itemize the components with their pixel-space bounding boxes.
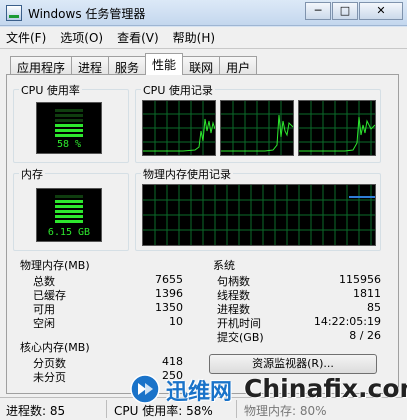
menu-options[interactable]: 选项(O) bbox=[60, 29, 103, 46]
tab-strip: 应用程序 进程 服务 性能 联网 用户 bbox=[10, 53, 258, 75]
kernel-memory-paged-value: 418 bbox=[162, 355, 183, 368]
physical-memory-free-value: 10 bbox=[169, 315, 183, 328]
physical-memory-total-value: 7655 bbox=[155, 273, 183, 286]
cpu-usage-value: 58 % bbox=[56, 139, 82, 150]
meter-bar-segment bbox=[55, 119, 83, 122]
physical-memory-title: 物理内存(MB) bbox=[18, 257, 92, 273]
cpu-usage-bars bbox=[55, 109, 83, 139]
cpu-history-graph-2 bbox=[220, 100, 294, 156]
system-handles-value: 115956 bbox=[339, 273, 381, 286]
cpu-history-group: CPU 使用记录 bbox=[135, 82, 381, 163]
meter-bar-segment bbox=[55, 210, 83, 213]
xunwei-watermark-text: 迅维网 bbox=[166, 380, 233, 405]
status-memory: 物理内存: 80% bbox=[244, 404, 327, 418]
cpu-history-graph-3 bbox=[298, 100, 376, 156]
menu-view[interactable]: 查看(V) bbox=[117, 29, 159, 46]
menu-file[interactable]: 文件(F) bbox=[6, 29, 46, 46]
maximize-button[interactable]: □ bbox=[332, 2, 358, 20]
memory-history-graph-svg bbox=[143, 185, 375, 245]
meter-bar-segment bbox=[55, 200, 83, 203]
cpu-usage-group: CPU 使用率 58 % bbox=[13, 82, 129, 163]
close-button[interactable]: ✕ bbox=[359, 2, 403, 20]
cpu-history-graph-1 bbox=[142, 100, 216, 156]
physical-memory-available-value: 1350 bbox=[155, 301, 183, 314]
memory-history-group: 物理内存使用记录 bbox=[135, 166, 381, 251]
tab-networking[interactable]: 联网 bbox=[182, 56, 221, 75]
meter-bar-segment bbox=[55, 215, 83, 218]
xunwei-logo-icon bbox=[130, 374, 160, 404]
status-processes: 进程数: 85 bbox=[6, 404, 66, 418]
title-bar: Windows 任务管理器 ─ □ ✕ bbox=[0, 0, 407, 26]
kernel-memory-title: 核心内存(MB) bbox=[18, 339, 92, 355]
meter-bar-segment bbox=[55, 195, 83, 198]
system-group: 系统 句柄数 115956 线程数 1811 进程数 85 开机时间 14:22… bbox=[207, 257, 381, 349]
memory-title: 内存 bbox=[19, 166, 45, 182]
physical-memory-group: 物理内存(MB) 总数 7655 已缓存 1396 可用 1350 空闲 10 bbox=[13, 257, 187, 337]
kernel-memory-nonpaged-label: 未分页 bbox=[33, 371, 66, 384]
task-manager-icon bbox=[6, 5, 22, 21]
memory-history-title: 物理内存使用记录 bbox=[141, 166, 233, 182]
cpu-usage-title: CPU 使用率 bbox=[19, 82, 82, 98]
memory-meter: 6.15 GB bbox=[36, 188, 102, 242]
meter-bar-segment bbox=[55, 205, 83, 208]
tab-services[interactable]: 服务 bbox=[108, 56, 147, 75]
xunwei-watermark: 迅维网 bbox=[130, 370, 240, 410]
performance-panel: CPU 使用率 58 % CPU 使用记录 内存 6.15 GB 物理内存使用记… bbox=[6, 74, 399, 394]
memory-value: 6.15 GB bbox=[47, 227, 91, 238]
meter-bar-segment bbox=[55, 109, 83, 112]
system-commit-value: 8 / 26 bbox=[349, 329, 381, 342]
cpu-usage-meter: 58 % bbox=[36, 102, 102, 154]
system-processes-value: 85 bbox=[367, 301, 381, 314]
window-controls: ─ □ ✕ bbox=[304, 2, 403, 20]
menu-help[interactable]: 帮助(H) bbox=[173, 29, 215, 46]
system-threads-value: 1811 bbox=[353, 287, 381, 300]
meter-bar-segment bbox=[55, 220, 83, 223]
tab-applications[interactable]: 应用程序 bbox=[10, 56, 73, 75]
meter-bar-segment bbox=[55, 129, 83, 132]
meter-bar-segment bbox=[55, 114, 83, 117]
memory-bars bbox=[55, 195, 83, 225]
cpu-history-title: CPU 使用记录 bbox=[141, 82, 215, 98]
meter-bar-segment bbox=[55, 134, 83, 137]
physical-memory-free-label: 空闲 bbox=[33, 317, 55, 330]
menu-bar: 文件(F) 选项(O) 查看(V) 帮助(H) bbox=[0, 27, 407, 49]
window-title: Windows 任务管理器 bbox=[28, 7, 146, 21]
tabs-area: 应用程序 进程 服务 性能 联网 用户 CPU 使用率 58 % CPU 使用记… bbox=[0, 49, 407, 420]
system-title: 系统 bbox=[211, 257, 237, 273]
tab-processes[interactable]: 进程 bbox=[71, 56, 110, 75]
system-commit-label: 提交(GB) bbox=[217, 331, 264, 344]
cpu-history-graph-2-svg bbox=[221, 101, 293, 155]
meter-bar-segment bbox=[55, 124, 83, 127]
memory-group: 内存 6.15 GB bbox=[13, 166, 129, 251]
cpu-history-graph-3-svg bbox=[299, 101, 375, 155]
cpu-history-graph-1-svg bbox=[143, 101, 215, 155]
physical-memory-cached-value: 1396 bbox=[155, 287, 183, 300]
status-divider bbox=[106, 400, 107, 418]
tab-users[interactable]: 用户 bbox=[219, 56, 258, 75]
tab-performance[interactable]: 性能 bbox=[145, 53, 184, 75]
system-uptime-value: 14:22:05:19 bbox=[313, 315, 381, 328]
minimize-button[interactable]: ─ bbox=[305, 2, 331, 20]
memory-history-graph bbox=[142, 184, 376, 246]
chinafix-watermark: Chinafix.com bbox=[244, 374, 407, 403]
